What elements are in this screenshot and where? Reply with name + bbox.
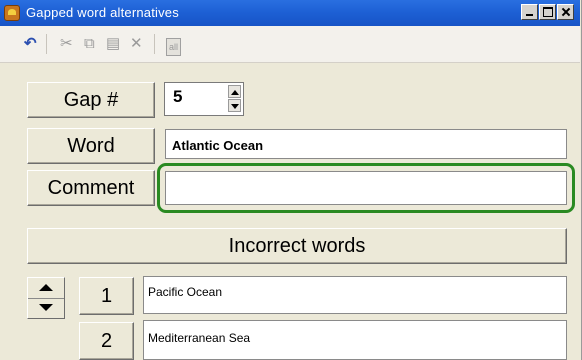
spinner-down-icon[interactable] (228, 99, 241, 112)
gap-number-spinner[interactable]: 5 (164, 82, 244, 116)
move-up-icon[interactable] (28, 278, 64, 299)
title-bar[interactable]: Gapped word alternatives (0, 0, 580, 26)
spinner-arrows (228, 85, 241, 113)
incorrect-row-number: 2 (79, 322, 134, 360)
window-controls (520, 4, 574, 20)
undo-icon[interactable]: ↶ (24, 36, 37, 52)
scissors-icon[interactable]: ✂ (60, 36, 73, 52)
toolbar: ↶ ✂ ⧉ ▤ ✕ all (0, 26, 580, 63)
copy-icon[interactable]: ⧉ (84, 36, 95, 52)
toolbar-separator (154, 34, 155, 54)
gapped-word-alternatives-window: Gapped word alternatives ↶ ✂ ⧉ ▤ ✕ all G… (0, 0, 582, 360)
select-all-button[interactable]: all (166, 38, 182, 56)
comment-highlight (157, 163, 575, 213)
toolbar-separator (46, 34, 47, 54)
incorrect-words-header: Incorrect words (27, 228, 567, 264)
x-icon[interactable]: ✕ (130, 36, 143, 52)
maximize-button[interactable] (539, 4, 556, 20)
incorrect-word-field[interactable]: Mediterranean Sea (143, 320, 567, 360)
close-button[interactable] (557, 4, 574, 20)
spinner-up-icon[interactable] (228, 85, 241, 98)
minimize-button[interactable] (521, 4, 538, 20)
paste-icon[interactable]: ▤ (106, 36, 120, 52)
gap-number-label: Gap # (27, 82, 155, 118)
incorrect-word-field[interactable]: Pacific Ocean (143, 276, 567, 314)
word-field[interactable]: Atlantic Ocean (165, 129, 567, 159)
window-title: Gapped word alternatives (26, 5, 179, 20)
move-down-icon[interactable] (28, 298, 64, 318)
incorrect-row-number: 1 (79, 277, 134, 315)
comment-label: Comment (27, 170, 155, 206)
app-icon (4, 5, 20, 21)
gap-number-value[interactable]: 5 (173, 87, 182, 107)
reorder-spinner[interactable] (27, 277, 65, 319)
word-label: Word (27, 128, 155, 164)
